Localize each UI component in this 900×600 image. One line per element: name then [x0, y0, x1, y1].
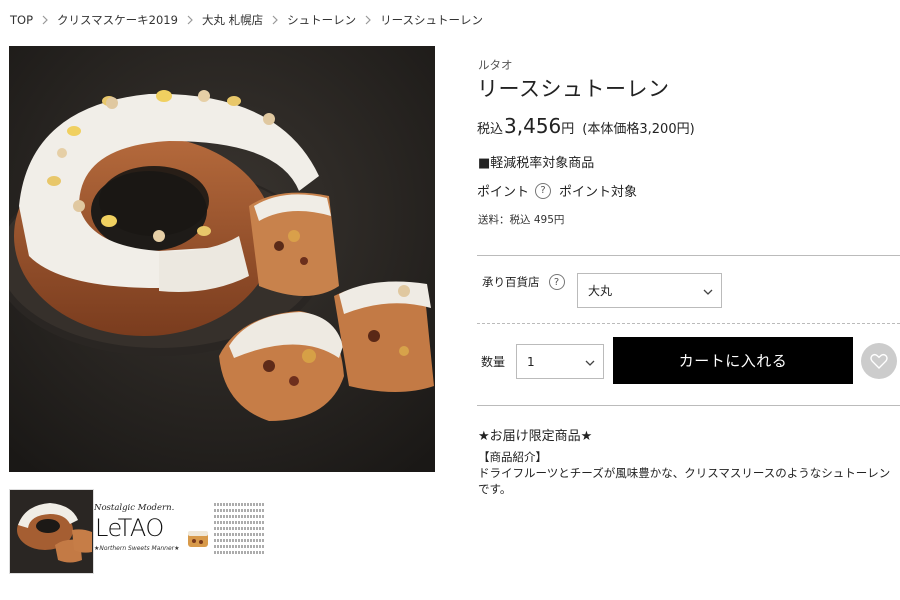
chevron-down-icon: [585, 355, 595, 369]
base-price: (本体価格3,200円): [582, 122, 695, 137]
limited-product-note: ★お届け限定商品★: [478, 429, 593, 444]
point-row: ポイント ? ポイント対象: [477, 181, 637, 200]
question-circle-icon[interactable]: ?: [548, 274, 565, 290]
divider-dashed: [477, 323, 900, 324]
cake-slice-icon: [188, 531, 208, 547]
description-body: ドライフルーツとチーズが風味豊かな、クリスマスリースのようなシュトーレンです。: [478, 466, 891, 496]
heart-icon: [870, 353, 888, 369]
thumbnail-product[interactable]: [9, 489, 94, 574]
question-circle-icon[interactable]: ?: [535, 182, 552, 199]
breadcrumb: TOP クリスマスケーキ2019 大丸 札幌店 シュトーレン リースシュトーレン: [10, 12, 483, 28]
tax-label: 税込: [477, 122, 504, 137]
description-heading: 【商品紹介】: [478, 450, 547, 464]
quantity-select[interactable]: 1: [516, 344, 604, 379]
favorite-button[interactable]: [861, 343, 897, 379]
breadcrumb-store[interactable]: 大丸 札幌店: [202, 12, 263, 28]
letao-logo: LeTAO: [95, 514, 164, 542]
point-label: ポイント: [477, 185, 530, 200]
price-currency: 円: [561, 122, 575, 137]
divider: [477, 255, 900, 256]
breadcrumb-top[interactable]: TOP: [10, 13, 33, 27]
quantity-label: 数量: [481, 355, 506, 369]
quantity-selected-value: 1: [527, 354, 535, 369]
chevron-down-icon: [703, 284, 713, 298]
breadcrumb-category[interactable]: シュトーレン: [287, 12, 356, 28]
brand-name: ルタオ: [478, 58, 513, 72]
thumbnail-subtitle: ★Northern Sweets Manner★: [94, 545, 180, 552]
thumbnail-brand[interactable]: Nostalgic Modern. LeTAO ★Northern Sweets…: [94, 489, 266, 574]
breadcrumb-christmas-cake[interactable]: クリスマスケーキ2019: [57, 12, 178, 28]
product-title: リースシュトーレン: [477, 77, 670, 101]
price-row: 税込 3,456 円 (本体価格3,200円): [477, 114, 695, 138]
add-to-cart-button[interactable]: カートに入れる: [613, 337, 853, 384]
shipping-fee: 送料：税込 495円: [478, 214, 565, 226]
thumbnail-tagline: Nostalgic Modern.: [94, 503, 175, 513]
chevron-right-icon: [272, 15, 278, 25]
divider: [477, 405, 900, 406]
point-value: ポイント対象: [559, 185, 638, 200]
store-label: 承り百貨店: [482, 275, 540, 289]
product-main-image: [9, 46, 435, 472]
store-row: 承り百貨店 ?: [482, 274, 573, 290]
store-selected-value: 大丸: [588, 284, 613, 298]
store-select[interactable]: 大丸: [577, 273, 722, 308]
reduced-tax-note: ■軽減税率対象商品: [478, 156, 595, 171]
chevron-right-icon: [365, 15, 371, 25]
breadcrumb-current: リースシュトーレン: [380, 13, 484, 27]
price-value: 3,456: [504, 114, 562, 138]
chevron-right-icon: [42, 15, 48, 25]
thumbnail-text-block: [214, 503, 264, 557]
chevron-right-icon: [187, 15, 193, 25]
